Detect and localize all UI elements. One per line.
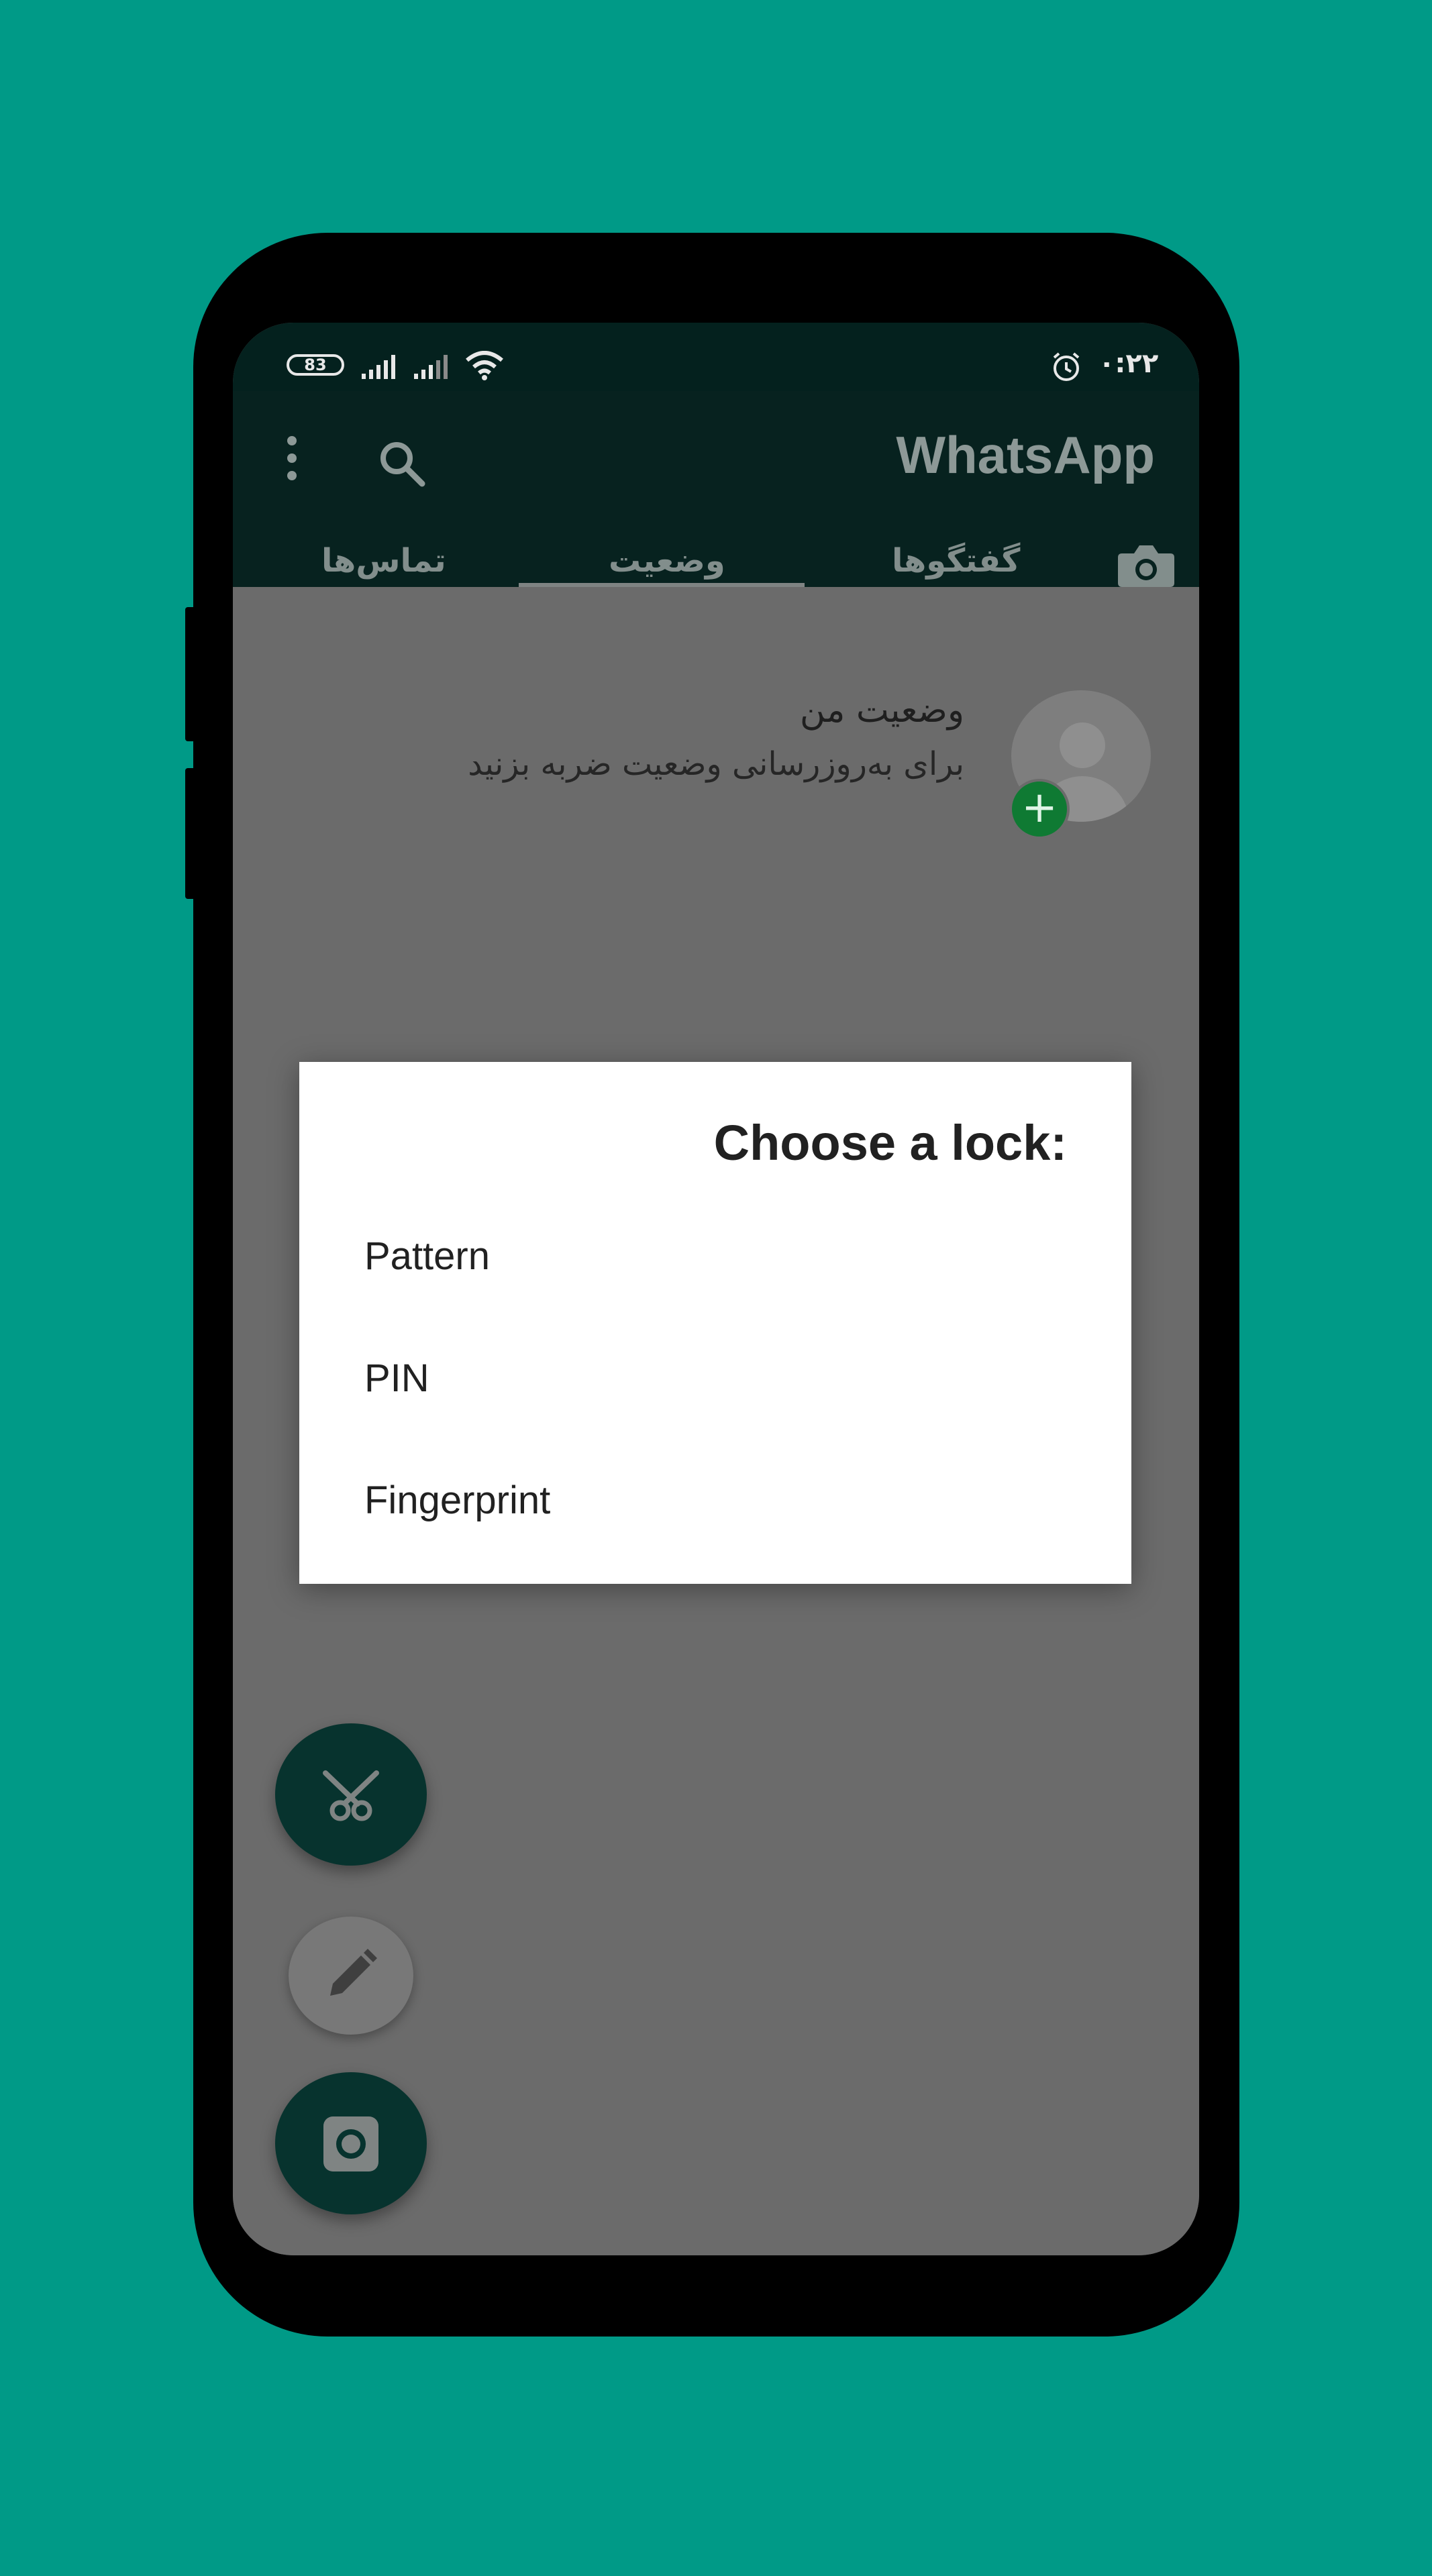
signal-icon: [414, 355, 448, 379]
dialog-title: Choose a lock:: [713, 1115, 1067, 1171]
more-vert-icon: [287, 436, 297, 480]
tab-status[interactable]: وضعیت: [609, 542, 725, 580]
volume-button: [185, 607, 196, 741]
camera-fab[interactable]: [275, 2072, 427, 2214]
clock: ۰:۲۲: [1098, 348, 1159, 379]
option-pin[interactable]: PIN: [364, 1356, 429, 1401]
camera-icon: [1118, 545, 1174, 587]
power-button: [185, 768, 196, 899]
app-title: WhatsApp: [896, 425, 1155, 484]
option-fingerprint[interactable]: Fingerprint: [364, 1478, 550, 1523]
more-options-button[interactable]: [277, 433, 307, 486]
pencil-icon: [330, 1949, 377, 1996]
app-bar: WhatsApp تماس‌ها وضعیت گفتگوها: [233, 391, 1199, 589]
pencil-fab[interactable]: [289, 1917, 413, 2035]
my-status-title: وضعیت من: [799, 690, 964, 731]
alarm-icon: [1053, 352, 1080, 381]
option-pattern[interactable]: Pattern: [364, 1234, 490, 1279]
battery-level: 83: [304, 356, 327, 374]
tab-chats[interactable]: گفتگوها: [892, 542, 1020, 580]
my-status-subtitle: برای به‌روزرسانی وضعیت ضربه بزنید: [468, 745, 964, 783]
camera-icon: [323, 2116, 378, 2171]
add-status-icon: +: [1009, 779, 1070, 839]
camera-tab-button[interactable]: [1117, 544, 1176, 588]
lock-dialog: Choose a lock: Pattern PIN Fingerprint: [299, 1062, 1131, 1584]
scissors-icon: [323, 1770, 379, 1821]
search-button[interactable]: [375, 437, 429, 490]
status-bar: 83 ۰:۲۲: [233, 323, 1199, 391]
tab-calls[interactable]: تماس‌ها: [321, 542, 446, 580]
scissors-fab[interactable]: [275, 1723, 427, 1866]
search-icon: [380, 442, 425, 487]
battery-icon: 83: [287, 354, 344, 376]
wifi-icon: [466, 351, 503, 380]
signal-icon: [362, 355, 395, 379]
